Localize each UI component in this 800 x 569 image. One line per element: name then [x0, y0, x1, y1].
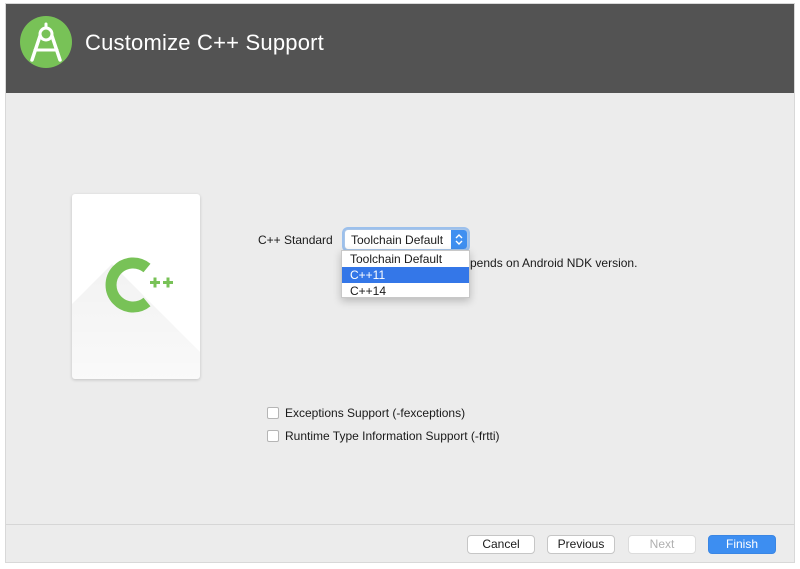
dropdown-option-cpp11[interactable]: C++11 — [342, 267, 469, 283]
exceptions-label: Exceptions Support (-fexceptions) — [285, 406, 466, 420]
rtti-label: Runtime Type Information Support (-frtti… — [285, 429, 500, 443]
cpp-standard-dropdown: Toolchain Default C++11 C++14 — [341, 250, 470, 298]
cpp-standard-select[interactable]: Toolchain Default — [344, 229, 468, 250]
cpp-logo-icon — [105, 257, 173, 313]
dropdown-option-cpp14[interactable]: C++14 — [342, 283, 469, 299]
cpp-logo-card — [72, 194, 200, 379]
rtti-checkbox[interactable] — [267, 430, 279, 442]
ndk-version-note: pends on Android NDK version. — [470, 256, 638, 270]
footer-divider — [6, 524, 794, 525]
previous-button[interactable]: Previous — [547, 535, 615, 554]
wizard-header: Customize C++ Support — [6, 4, 794, 93]
next-button[interactable]: Next — [628, 535, 696, 554]
finish-button[interactable]: Finish — [708, 535, 776, 554]
cpp-standard-label: C++ Standard — [258, 233, 333, 247]
cpp-standard-value: Toolchain Default — [351, 233, 444, 247]
android-studio-icon — [20, 16, 72, 68]
dropdown-option-toolchain-default[interactable]: Toolchain Default — [342, 251, 469, 267]
updown-chevron-icon[interactable] — [451, 230, 467, 249]
wizard-window: Customize C++ Support C++ Standard Toolc… — [6, 4, 794, 562]
page-title: Customize C++ Support — [85, 30, 324, 55]
exceptions-checkbox[interactable] — [267, 407, 279, 419]
cancel-button[interactable]: Cancel — [467, 535, 535, 554]
